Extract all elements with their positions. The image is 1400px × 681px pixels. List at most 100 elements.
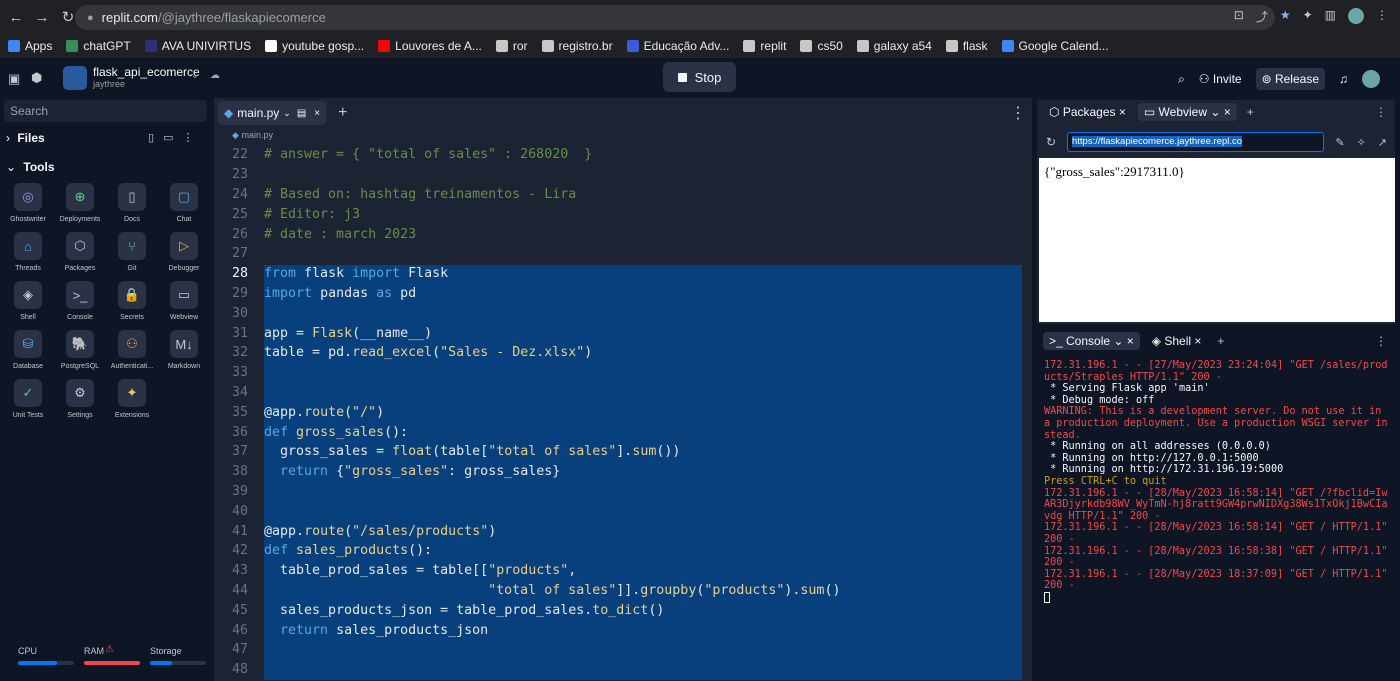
stop-button[interactable]: Stop — [663, 62, 736, 92]
tool-secrets[interactable]: 🔒 Secrets — [106, 281, 158, 321]
release-button[interactable]: ⊚ Release — [1255, 68, 1325, 90]
new-folder-icon[interactable]: ▭ — [163, 131, 173, 144]
bookmark-item[interactable]: ror — [495, 39, 528, 53]
more-icon[interactable]: ⋮ — [182, 131, 193, 144]
install-icon[interactable]: ⊡ — [1234, 8, 1244, 25]
code-line[interactable]: 28 from flask import Flask — [214, 264, 1032, 284]
more-icon[interactable]: ⋮ — [1375, 334, 1387, 348]
history-icon[interactable]: ▤ — [297, 108, 306, 119]
code-editor[interactable]: 22 # answer = { "total of sales" : 268020… — [214, 145, 1032, 680]
bookmark-item[interactable]: Educação Adv... — [626, 39, 729, 53]
more-icon[interactable]: ⋮ — [1375, 105, 1387, 119]
sidebar-toggle-icon[interactable]: ▣ — [8, 71, 20, 87]
add-tab-icon[interactable]: + — [1217, 334, 1224, 348]
tool-settings[interactable]: ⚙ Settings — [54, 379, 106, 419]
code-line[interactable]: 47 — [214, 640, 1032, 660]
bookmark-item[interactable]: AVA UNIVIRTUS — [144, 39, 251, 53]
code-line[interactable]: 23 — [214, 165, 1032, 185]
edit-icon[interactable]: ✎ — [1335, 136, 1344, 149]
bookmark-item[interactable]: cs50 — [800, 39, 843, 53]
code-line[interactable]: 40 — [214, 501, 1032, 521]
code-line[interactable]: 27 — [214, 244, 1032, 264]
bookmark-item[interactable]: flask — [945, 39, 988, 53]
code-line[interactable]: 46 return sales_products_json — [214, 620, 1032, 640]
tab-main-py[interactable]: ◆ main.py ⌄ ▤ × — [218, 101, 327, 125]
tab-console[interactable]: >_ Console ⌄ × — [1043, 332, 1140, 350]
devtools-icon[interactable]: ✧ — [1357, 136, 1366, 149]
code-line[interactable]: 31 app = Flask(__name__) — [214, 323, 1032, 343]
add-tab-icon[interactable]: + — [338, 104, 347, 122]
files-section[interactable]: › Files — [6, 131, 45, 145]
bookmark-item[interactable]: youtube gosp... — [265, 39, 364, 53]
bookmark-item[interactable]: registro.br — [541, 39, 613, 53]
chevron-down-icon[interactable]: ⌄ — [191, 70, 199, 81]
code-line[interactable]: 24 # Based on: hashtag treinamentos - Lir… — [214, 185, 1032, 205]
add-tab-icon[interactable]: + — [1247, 105, 1254, 119]
more-icon[interactable]: ⋮ — [1010, 103, 1026, 123]
tool-packages[interactable]: ⬡ Packages — [54, 232, 106, 272]
code-line[interactable]: 22 # answer = { "total of sales" : 268020… — [214, 145, 1032, 165]
sidepanel-icon[interactable]: ▥ — [1325, 8, 1336, 25]
search-icon[interactable]: ⌕ — [1178, 72, 1185, 87]
bell-icon[interactable]: ♫ — [1339, 72, 1348, 86]
tool-postgresql[interactable]: 🐘 PostgreSQL — [54, 330, 106, 370]
bookmark-item[interactable]: galaxy a54 — [856, 39, 932, 53]
tool-ghostwriter[interactable]: ◎ Ghostwriter — [2, 183, 54, 223]
tab-shell[interactable]: ◈ Shell × — [1146, 332, 1208, 350]
forward-icon[interactable]: → — [32, 7, 52, 27]
tool-markdown[interactable]: M↓ Markdown — [158, 330, 210, 370]
tool-shell[interactable]: ◈ Shell — [2, 281, 54, 321]
code-line[interactable]: 35 @app.route("/") — [214, 402, 1032, 422]
code-line[interactable]: 26 # date : march 2023 — [214, 224, 1032, 244]
refresh-icon[interactable]: ↻ — [1046, 135, 1056, 149]
tools-section[interactable]: ⌄ Tools — [6, 160, 55, 174]
close-icon[interactable]: × — [1119, 105, 1126, 119]
close-icon[interactable]: × — [1127, 334, 1134, 348]
code-line[interactable]: 32 table = pd.read_excel("Sales - Dez.xls… — [214, 343, 1032, 363]
open-new-tab-icon[interactable]: ↗ — [1378, 136, 1387, 149]
code-line[interactable]: 44 "total of sales"]].groupby("products"… — [214, 581, 1032, 601]
console-output[interactable]: 172.31.196.1 - - [27/May/2023 23:24:04] … — [1044, 360, 1390, 606]
tool-webview[interactable]: ▭ Webview — [158, 281, 210, 321]
tool-deployments[interactable]: ⊕ Deployments — [54, 183, 106, 223]
tab-webview[interactable]: ▭ Webview ⌄ × — [1137, 103, 1237, 121]
profile-avatar[interactable] — [1348, 8, 1364, 24]
tool-threads[interactable]: ⌂ Threads — [2, 232, 54, 272]
code-line[interactable]: 30 — [214, 303, 1032, 323]
chevron-down-icon[interactable]: ⌄ — [283, 108, 291, 119]
tool-extensions[interactable]: ✦ Extensions — [106, 379, 158, 419]
tool-authentication[interactable]: ⚇ Authenticati... — [106, 330, 158, 370]
bookmark-item[interactable]: chatGPT — [66, 39, 131, 53]
tab-packages[interactable]: ⬡ Packages × — [1043, 103, 1132, 121]
webview-url-input[interactable]: https://flaskapiecomerce.jaythree.repl.c… — [1067, 132, 1324, 152]
tool-debugger[interactable]: ▷ Debugger — [158, 232, 210, 272]
tool-chat[interactable]: ▢ Chat — [158, 183, 210, 223]
star-icon[interactable]: ★ — [1280, 8, 1291, 25]
code-line[interactable]: 33 — [214, 363, 1032, 383]
tool-git[interactable]: ⑂ Git — [106, 232, 158, 272]
search-input[interactable]: Search — [4, 100, 207, 122]
close-icon[interactable]: × — [1194, 334, 1201, 348]
bookmark-item[interactable]: Louvores de A... — [378, 39, 482, 53]
tool-unit-tests[interactable]: ✓ Unit Tests — [2, 379, 54, 419]
code-line[interactable]: 43 table_prod_sales = table[["products", — [214, 561, 1032, 581]
tool-console[interactable]: >_ Console — [54, 281, 106, 321]
code-line[interactable]: 37 gross_sales = float(table["total of s… — [214, 442, 1032, 462]
code-line[interactable]: 45 sales_products_json = table_prod_sale… — [214, 600, 1032, 620]
menu-icon[interactable]: ⋮ — [1376, 8, 1388, 25]
bookmark-item[interactable]: replit — [743, 39, 786, 53]
extensions-icon[interactable]: ✦ — [1303, 8, 1313, 25]
code-line[interactable]: 34 — [214, 383, 1032, 403]
bookmark-item[interactable]: Google Calend... — [1001, 39, 1109, 53]
user-avatar[interactable] — [1362, 70, 1380, 88]
tool-docs[interactable]: ▯ Docs — [106, 183, 158, 223]
code-line[interactable]: 48 — [214, 660, 1032, 680]
repl-name[interactable]: flask_api_ecomerce — [93, 65, 200, 79]
address-bar[interactable]: ● replit.com /@jaythree/flaskapiecomerce — [75, 5, 1275, 30]
close-icon[interactable]: × — [314, 108, 320, 119]
code-line[interactable]: 42 def sales_products(): — [214, 541, 1032, 561]
close-icon[interactable]: × — [1224, 105, 1231, 119]
code-line[interactable]: 25 # Editor: j3 — [214, 204, 1032, 224]
new-file-icon[interactable]: ▯ — [148, 131, 154, 144]
code-line[interactable]: 29 import pandas as pd — [214, 284, 1032, 304]
